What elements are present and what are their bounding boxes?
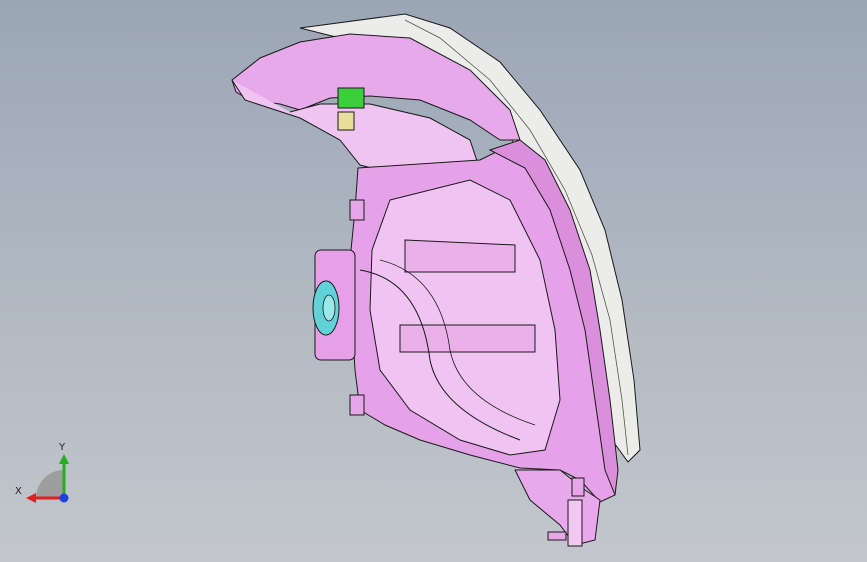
coordinate-triad: Y X	[14, 440, 84, 510]
bulb-socket-inner	[322, 294, 336, 322]
3d-viewport[interactable]: Y X	[0, 0, 867, 562]
y-axis-arrow	[59, 454, 69, 464]
x-axis-label: X	[15, 486, 22, 497]
lower-pin	[547, 531, 567, 541]
connector-yellow	[337, 111, 355, 131]
z-axis-dot	[59, 493, 69, 503]
connector-green	[337, 87, 365, 109]
lower-tab	[567, 499, 583, 547]
triad-graphic	[26, 454, 69, 503]
mount-boss-left-upper	[349, 199, 365, 221]
mount-boss-left-lower	[349, 394, 365, 416]
lower-clip	[571, 477, 585, 497]
reflector-rib-upper	[404, 239, 516, 273]
x-axis-arrow	[26, 493, 36, 503]
headlamp-model[interactable]	[0, 0, 867, 562]
y-axis-label: Y	[59, 442, 66, 453]
triad-base-quadrant	[36, 470, 64, 498]
reflector-rib-lower	[399, 324, 536, 353]
